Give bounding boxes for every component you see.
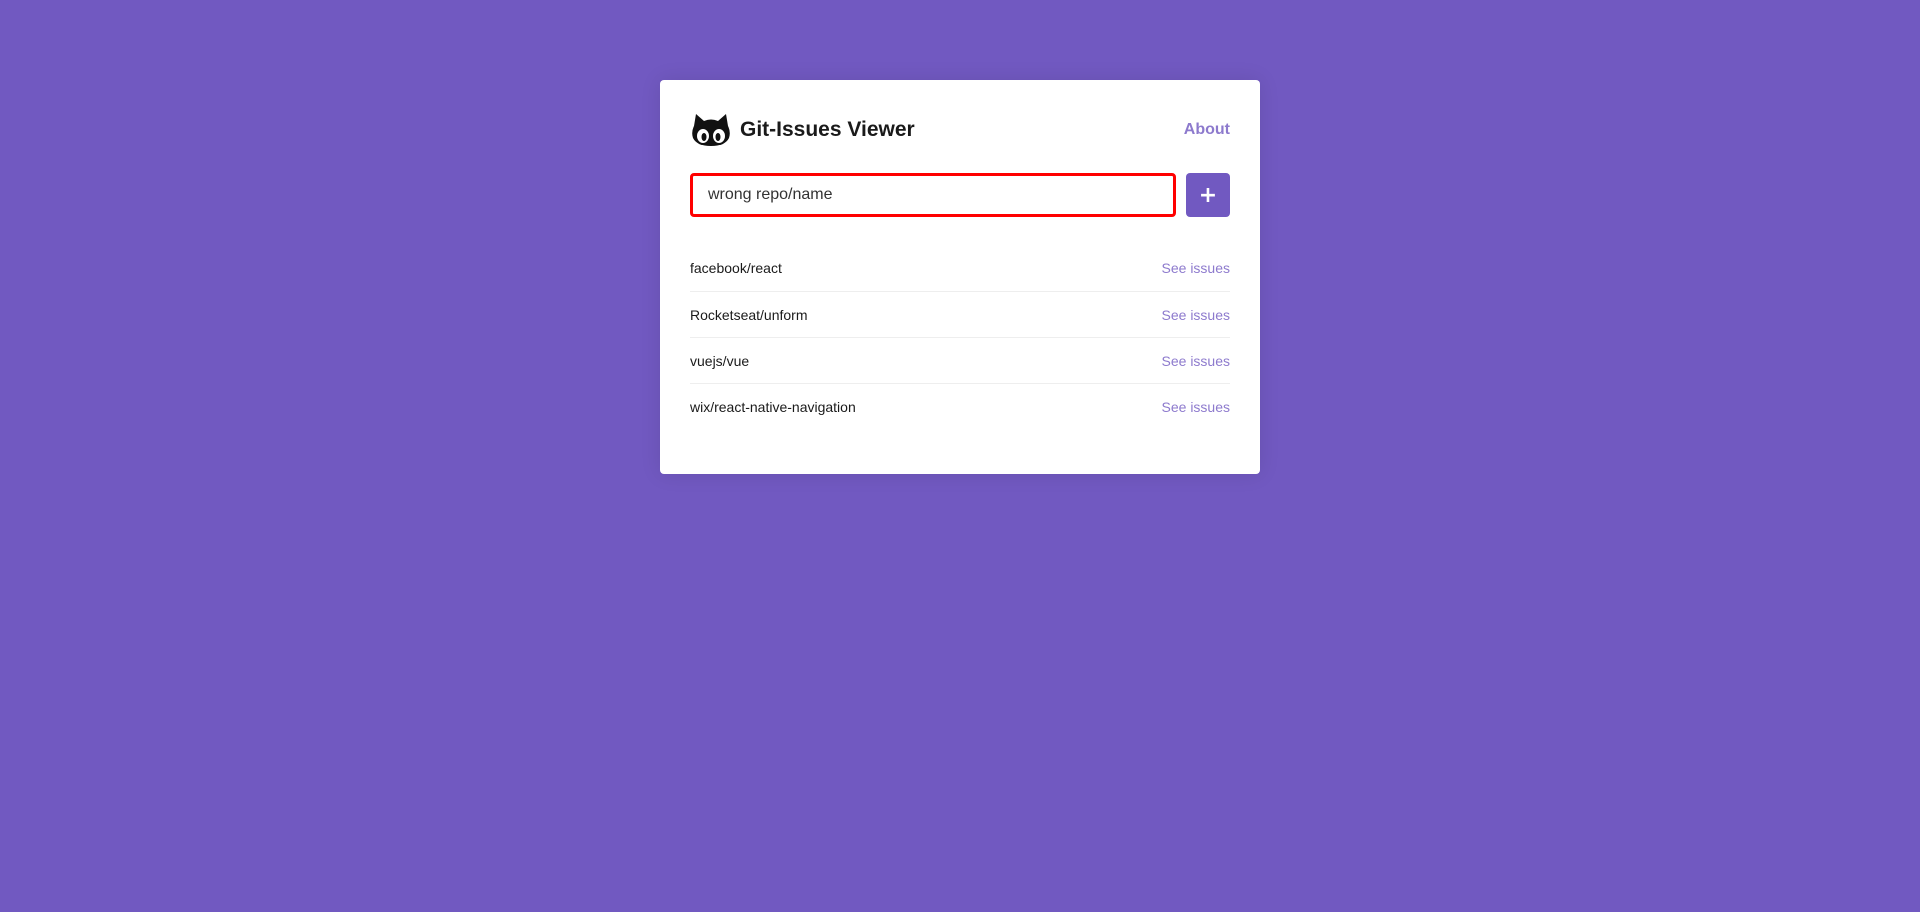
- repo-name: wix/react-native-navigation: [690, 398, 856, 415]
- plus-icon: +: [1198, 182, 1218, 208]
- list-item: facebook/react See issues: [690, 245, 1230, 291]
- about-link[interactable]: About: [1184, 121, 1230, 139]
- see-issues-link[interactable]: See issues: [1162, 260, 1230, 276]
- repo-input[interactable]: [690, 173, 1176, 217]
- octocat-icon: [690, 111, 732, 149]
- repo-name: facebook/react: [690, 260, 782, 276]
- main-card: Git-Issues Viewer About + facebook/react…: [660, 80, 1260, 474]
- repo-list: facebook/react See issues Rocketseat/unf…: [690, 245, 1230, 429]
- repo-name: vuejs/vue: [690, 352, 750, 369]
- list-item: Rocketseat/unform See issues: [690, 291, 1230, 337]
- brand: Git-Issues Viewer: [690, 111, 915, 149]
- see-issues-link[interactable]: See issues: [1162, 399, 1230, 415]
- add-repo-button[interactable]: +: [1186, 173, 1230, 217]
- header: Git-Issues Viewer About: [690, 110, 1230, 150]
- see-issues-link[interactable]: See issues: [1162, 353, 1230, 369]
- list-item: vuejs/vue See issues: [690, 337, 1230, 383]
- app-title: Git-Issues Viewer: [740, 118, 915, 141]
- add-repo-form: +: [690, 173, 1230, 217]
- repo-name: Rocketseat/unform: [690, 306, 808, 323]
- see-issues-link[interactable]: See issues: [1162, 307, 1230, 323]
- list-item: wix/react-native-navigation See issues: [690, 383, 1230, 429]
